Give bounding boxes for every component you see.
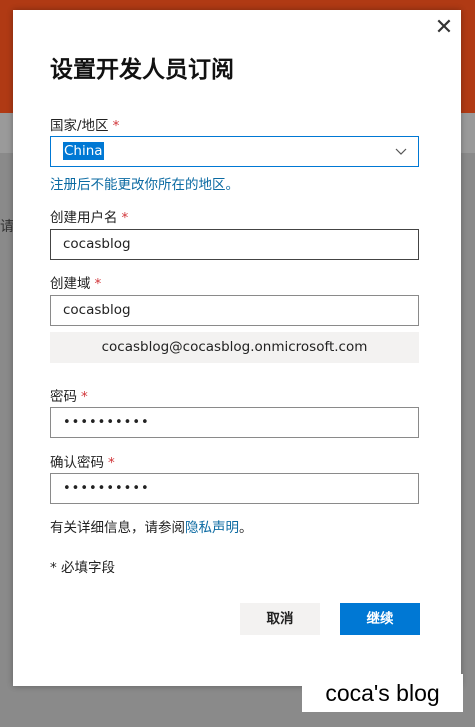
domain-input[interactable]: cocasblog: [50, 295, 419, 326]
required-marker: *: [112, 118, 120, 134]
region-hint: 注册后不能更改你所在的地区。: [50, 177, 239, 193]
cancel-button[interactable]: 取消: [240, 603, 320, 635]
chevron-down-icon: [394, 139, 408, 176]
required-fields-note: * 必填字段: [50, 560, 116, 576]
domain-preview: cocasblog@cocasblog.onmicrosoft.com: [50, 332, 419, 363]
domain-label: 创建域 *: [50, 276, 102, 292]
country-label: 国家/地区 *: [50, 118, 120, 134]
required-marker: *: [108, 455, 115, 471]
continue-button[interactable]: 继续: [340, 603, 420, 635]
country-selected-value: China: [63, 142, 104, 160]
password-label: 密码 *: [50, 389, 88, 405]
privacy-link[interactable]: 隐私声明: [185, 520, 239, 536]
country-select[interactable]: China: [50, 136, 419, 167]
confirm-password-label: 确认密码 *: [50, 455, 115, 471]
subscription-dialog: ✕ 设置开发人员订阅 国家/地区 * China 注册后不能更改你所在的地区。 创…: [13, 10, 461, 686]
required-marker: *: [121, 210, 129, 226]
required-marker: *: [81, 389, 88, 405]
username-label: 创建用户名 *: [50, 210, 129, 226]
privacy-text: 有关详细信息，请参阅隐私声明。: [50, 520, 253, 536]
dialog-title: 设置开发人员订阅: [50, 57, 234, 83]
required-marker: *: [94, 276, 102, 292]
close-icon[interactable]: ✕: [433, 17, 455, 39]
confirm-password-input[interactable]: ••••••••••: [50, 473, 419, 504]
username-input[interactable]: cocasblog: [50, 229, 419, 260]
password-input[interactable]: ••••••••••: [50, 407, 419, 438]
background-text: 请: [0, 219, 14, 235]
watermark: coca's blog: [302, 674, 463, 712]
